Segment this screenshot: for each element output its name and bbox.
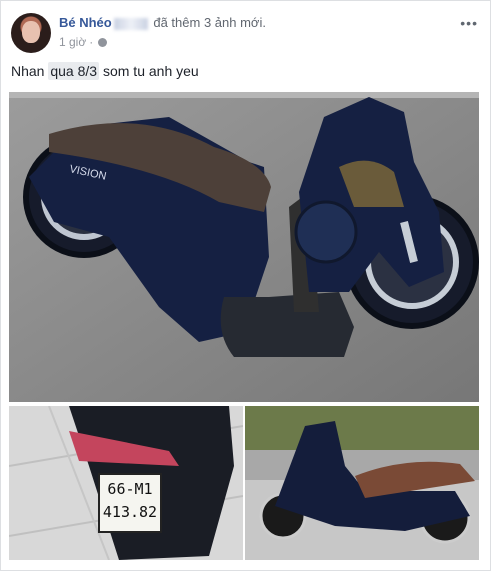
post-time[interactable]: 1 giờ xyxy=(59,35,86,49)
facebook-post-card: Bé Nhéo đã thêm 3 ảnh mới. 1 giờ · ••• Nh… xyxy=(0,0,491,571)
plate-top-text: 66-M1 xyxy=(107,480,153,498)
license-plate-photo[interactable]: 66-M1 413.82 xyxy=(9,406,243,560)
motorbike-main-photo[interactable]: VISION xyxy=(9,92,479,402)
globe-icon[interactable] xyxy=(98,38,108,48)
post-action-text: đã thêm 3 ảnh mới. xyxy=(153,15,266,30)
more-options-icon[interactable]: ••• xyxy=(460,15,478,31)
tagged-text[interactable]: qua 8/3 xyxy=(48,62,100,80)
blurred-name-part xyxy=(113,17,148,30)
author-name[interactable]: Bé Nhéo xyxy=(59,15,112,30)
author-avatar[interactable] xyxy=(11,13,51,53)
post-text-start: Nhan xyxy=(11,63,45,79)
post-header: Bé Nhéo đã thêm 3 ảnh mới. 1 giờ · ••• xyxy=(11,13,480,57)
post-meta: 1 giờ · xyxy=(59,35,108,49)
post-text: Nhan qua 8/3 som tu anh yeu xyxy=(11,62,199,80)
plate-bottom-text: 413.82 xyxy=(102,503,158,521)
post-text-end: som tu anh yeu xyxy=(102,63,199,79)
motorbike-side-photo[interactable] xyxy=(245,406,479,560)
author-line: Bé Nhéo đã thêm 3 ảnh mới. xyxy=(59,15,266,30)
